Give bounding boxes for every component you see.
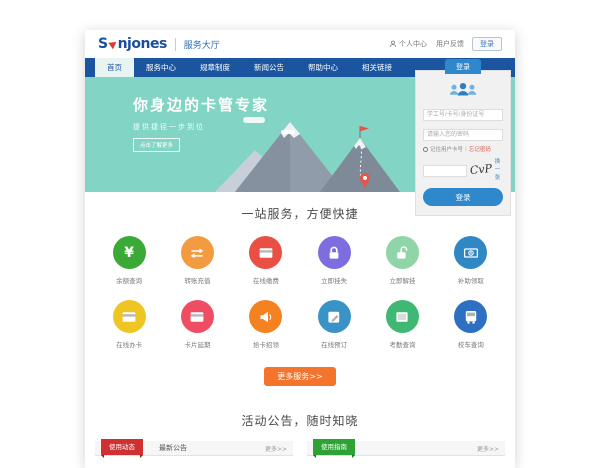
service-label: 在线缴费	[232, 275, 300, 285]
topbar-links: 个人中心用户反馈	[389, 39, 464, 49]
service-label: 考勤查询	[368, 339, 436, 349]
nav-item-1[interactable]: 服务中心	[134, 58, 188, 77]
edit-icon	[318, 300, 351, 333]
megaphone-icon	[249, 300, 282, 333]
remember-label: 记住用户卡号	[430, 145, 463, 153]
header-login-button[interactable]: 登录	[472, 37, 502, 51]
nav-item-4[interactable]: 帮助中心	[296, 58, 350, 77]
more-services-button[interactable]: 更多服务>>	[264, 367, 335, 386]
announcements-section: 活动公告，随时知晓 使用动态 最新公告 更多>> 使用指南 更多>>	[85, 402, 515, 468]
services-grid: ¥ 余额查询转账充值在线缴费立即挂失立即解挂 ¥ 补助领取在线办卡卡片延期拾卡招领在线…	[85, 222, 515, 349]
person-icon	[389, 40, 397, 48]
separator: |	[465, 146, 467, 152]
page: S njones 服务大厅 个人中心用户反馈 登录 首页服务中心规章制度新闻公告…	[85, 30, 515, 468]
hero-cta-button[interactable]: 点击了解更多	[133, 138, 180, 152]
news-more-link[interactable]: 更多>>	[265, 444, 287, 453]
news-ribbon[interactable]: 使用动态	[101, 439, 143, 455]
news-panel-header: 使用动态 最新公告 更多>>	[95, 441, 293, 456]
users-icon	[448, 81, 478, 98]
login-tab[interactable]: 登录	[445, 59, 481, 74]
mountains-illustration	[215, 112, 400, 192]
announcements-title: 活动公告，随时知晓	[85, 412, 515, 429]
site-tagline: 服务大厅	[175, 38, 220, 51]
topbar-link-1[interactable]: 用户反馈	[436, 39, 464, 49]
service-item-7[interactable]: 卡片延期	[163, 300, 231, 349]
service-item-2[interactable]: 在线缴费	[232, 236, 300, 285]
logo-text-suffix: njones	[118, 36, 167, 52]
yen-icon: ¥	[113, 236, 146, 269]
service-label: 拾卡招领	[232, 339, 300, 349]
guide-panel-header: 使用指南 更多>>	[307, 441, 505, 456]
lock-icon	[318, 236, 351, 269]
card-icon	[249, 236, 282, 269]
service-item-9[interactable]: 在线预订	[300, 300, 368, 349]
service-item-5[interactable]: ¥ 补助领取	[437, 236, 505, 285]
service-label: 在线办卡	[95, 339, 163, 349]
login-submit-button[interactable]: 登录	[423, 188, 503, 206]
topbar-link-0[interactable]: 个人中心	[389, 39, 427, 49]
forgot-password-link[interactable]: 忘记密码	[469, 145, 491, 153]
service-item-6[interactable]: 在线办卡	[95, 300, 163, 349]
list-icon	[386, 300, 419, 333]
service-item-11[interactable]: 校车查询	[437, 300, 505, 349]
latest-announcements-tab[interactable]: 最新公告	[159, 443, 187, 453]
login-panel: 登录 记住用户卡号 | 忘记密码 CvP 换一张 登录	[415, 70, 511, 216]
guide-more-link[interactable]: 更多>>	[477, 444, 499, 453]
brand-logo[interactable]: S njones	[98, 36, 167, 52]
captcha-input[interactable]	[423, 165, 467, 177]
guide-ribbon[interactable]: 使用指南	[313, 439, 355, 455]
services-section: 一站服务，方便快捷 ¥余额查询转账充值在线缴费立即挂失立即解挂¥补助领取在线办卡…	[85, 192, 515, 402]
nav-item-2[interactable]: 规章制度	[188, 58, 242, 77]
captcha-refresh-link[interactable]: 换一张	[495, 157, 503, 181]
nav-item-5[interactable]: 相关链接	[350, 58, 404, 77]
service-item-0[interactable]: ¥ 余额查询	[95, 236, 163, 285]
service-label: 补助领取	[437, 275, 505, 285]
service-label: 立即解挂	[368, 275, 436, 285]
logo-text-prefix: S	[98, 36, 108, 52]
header: S njones 服务大厅 个人中心用户反馈 登录	[85, 30, 515, 58]
unlock-icon	[386, 236, 419, 269]
service-item-10[interactable]: 考勤查询	[368, 300, 436, 349]
service-item-8[interactable]: 拾卡招领	[232, 300, 300, 349]
service-label: 校车查询	[437, 339, 505, 349]
service-item-1[interactable]: 转账充值	[163, 236, 231, 285]
news-panel: 使用动态 最新公告 更多>>	[95, 441, 293, 456]
nav-item-0[interactable]: 首页	[95, 58, 134, 77]
flag-icon	[360, 126, 369, 132]
guide-panel: 使用指南 更多>>	[307, 441, 505, 456]
bus-icon	[454, 300, 487, 333]
cloud-icon	[281, 130, 295, 134]
service-item-3[interactable]: 立即挂失	[300, 236, 368, 285]
service-label: 余额查询	[95, 275, 163, 285]
service-item-4[interactable]: 立即解挂	[368, 236, 436, 285]
service-label: 在线预订	[300, 339, 368, 349]
service-label: 卡片延期	[163, 339, 231, 349]
nav-item-3[interactable]: 新闻公告	[242, 58, 296, 77]
remember-checkbox[interactable]	[423, 147, 428, 152]
cloud-icon	[243, 117, 265, 123]
password-input[interactable]	[423, 129, 503, 141]
service-label: 转账充值	[163, 275, 231, 285]
username-input[interactable]	[423, 109, 503, 121]
captcha-image: CvP	[469, 162, 492, 175]
service-label: 立即挂失	[300, 275, 368, 285]
card-icon	[113, 300, 146, 333]
transfer-icon	[181, 236, 214, 269]
card-icon	[181, 300, 214, 333]
banknote-icon: ¥	[454, 236, 487, 269]
